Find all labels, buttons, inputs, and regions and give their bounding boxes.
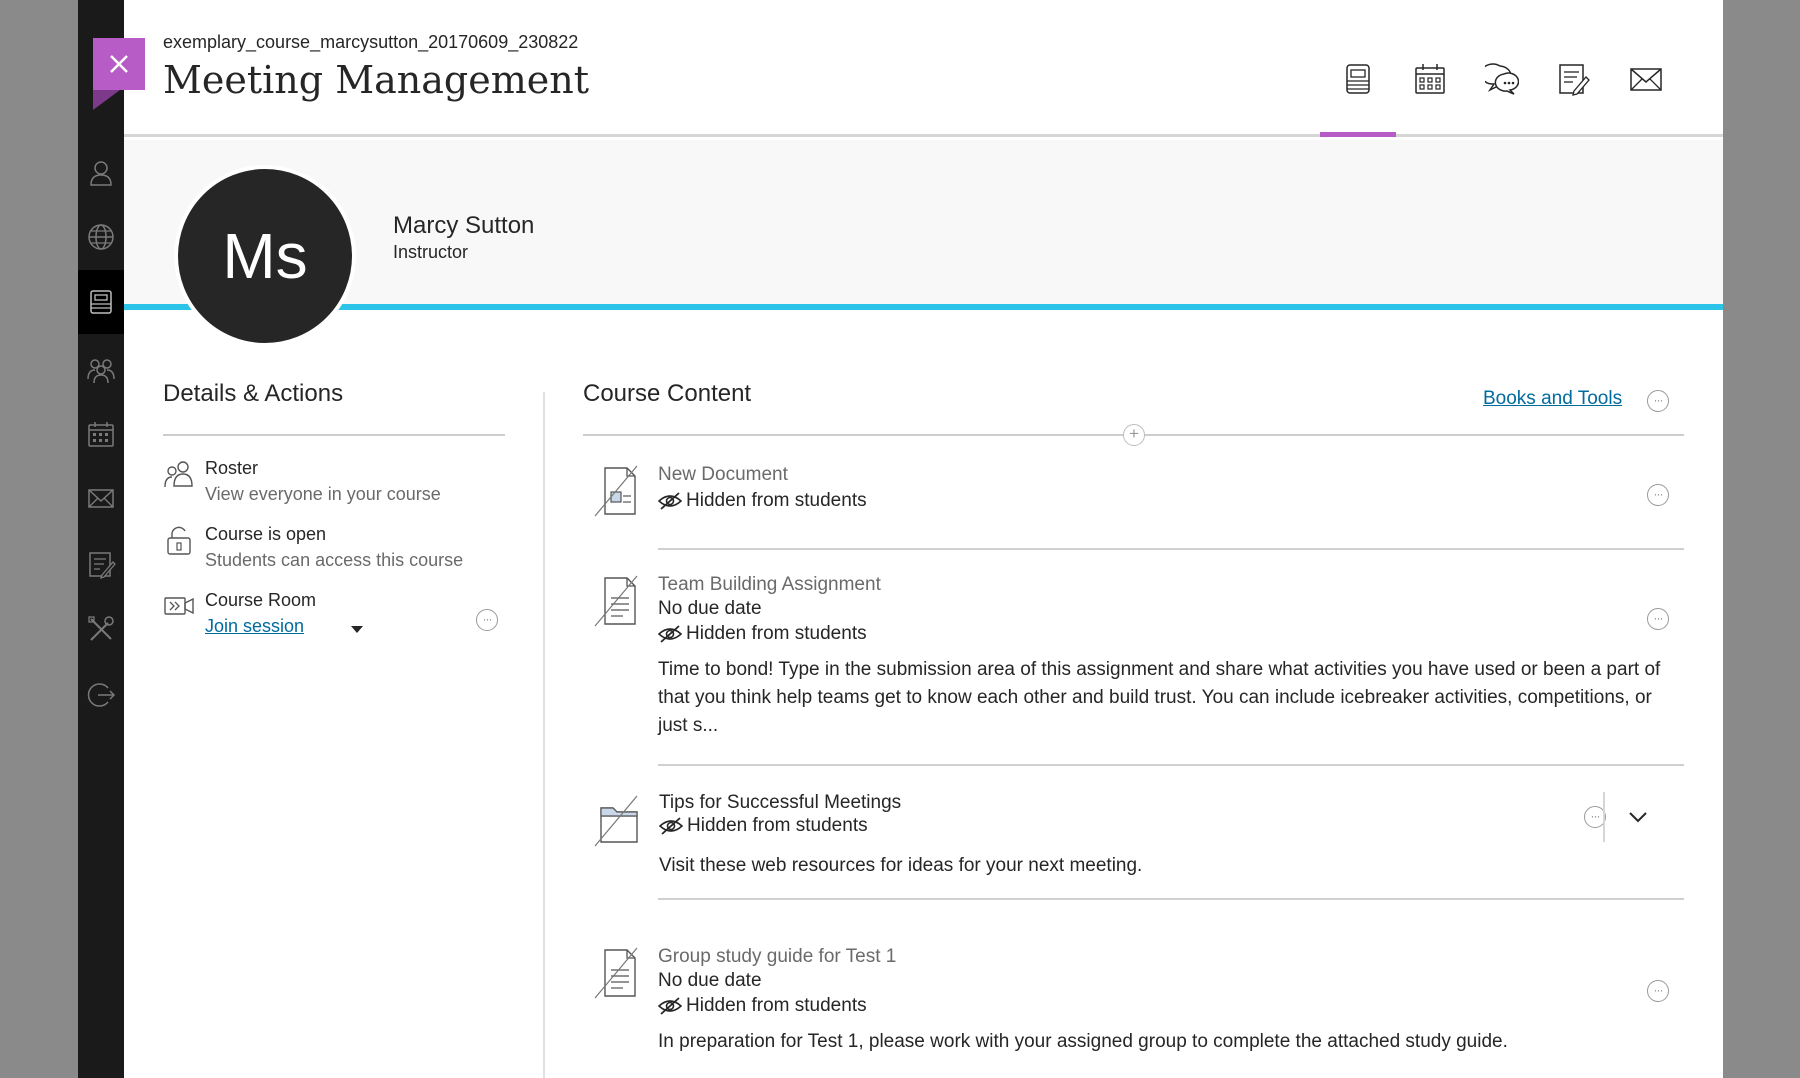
nav-sign-out[interactable] <box>78 663 124 727</box>
accent-line <box>124 304 1723 310</box>
item-divider <box>658 548 1684 550</box>
expand-folder-button[interactable] <box>1627 806 1649 828</box>
eye-hidden-icon <box>658 625 682 643</box>
base-navigation-rail <box>78 0 124 1078</box>
tab-calendar[interactable] <box>1394 62 1466 114</box>
column-divider <box>543 392 545 1078</box>
course-status-subtitle: Students can access this course <box>205 550 464 570</box>
chevron-down-icon[interactable] <box>351 626 363 633</box>
close-icon <box>110 55 128 73</box>
nav-calendar[interactable] <box>78 402 124 466</box>
nav-tools[interactable] <box>78 597 124 661</box>
course-room-more-button[interactable] <box>476 609 498 631</box>
due-date: No due date <box>658 598 762 619</box>
groups-icon <box>87 359 115 384</box>
document-hidden-icon <box>593 464 641 518</box>
unlock-icon <box>163 524 195 556</box>
course-tabs <box>1320 62 1682 137</box>
avatar[interactable]: Ms <box>174 165 356 347</box>
visibility-status[interactable]: Hidden from students <box>658 995 867 1017</box>
visibility-label: Hidden from students <box>687 815 868 836</box>
content-item-description: In preparation for Test 1, please work w… <box>658 1031 1508 1052</box>
visibility-status[interactable]: Hidden from students <box>658 490 867 512</box>
calendar-icon <box>1415 64 1445 94</box>
course-panel: exemplary_course_marcysutton_20170609_23… <box>124 0 1723 1078</box>
visibility-status[interactable]: Hidden from students <box>659 815 868 837</box>
course-id: exemplary_course_marcysutton_20170609_23… <box>163 32 579 52</box>
details-divider <box>163 434 505 436</box>
globe-icon <box>88 224 114 250</box>
folder-hidden-icon <box>593 794 641 848</box>
chevron-down-icon <box>1629 812 1647 823</box>
content-item-description: Time to bond! Type in the submission are… <box>658 659 1661 736</box>
roster-subtitle: View everyone in your course <box>205 484 441 504</box>
content-item-title[interactable]: Group study guide for Test 1 <box>658 946 896 968</box>
visibility-label: Hidden from students <box>686 995 867 1016</box>
tab-messages[interactable] <box>1610 62 1682 114</box>
nav-grades[interactable] <box>78 532 124 596</box>
course-content: Course Content Books and Tools + New Doc… <box>583 380 1684 1052</box>
instructor-name[interactable]: Marcy Sutton <box>393 212 534 240</box>
books-and-tools-link[interactable]: Books and Tools <box>1483 388 1622 410</box>
close-panel-button[interactable] <box>93 38 145 110</box>
courses-icon <box>90 290 112 314</box>
eye-hidden-icon <box>659 817 683 835</box>
item-divider <box>658 898 1684 900</box>
content-item-title[interactable]: Tips for Successful Meetings <box>659 792 901 814</box>
nav-courses[interactable] <box>78 270 124 334</box>
sign-out-icon <box>87 683 116 707</box>
join-session-link[interactable]: Join session <box>205 616 304 637</box>
tools-icon <box>88 616 114 641</box>
content-item-more-button[interactable] <box>1647 484 1669 506</box>
details-and-actions: Details & Actions Roster View everyone i… <box>163 380 505 636</box>
visibility-label: Hidden from students <box>686 490 867 511</box>
content-item-more-button[interactable] <box>1647 980 1669 1002</box>
tab-content[interactable] <box>1320 62 1396 137</box>
tab-discussions[interactable] <box>1466 62 1538 114</box>
course-room-title: Course Room <box>205 590 317 610</box>
tab-gradebook[interactable] <box>1538 62 1610 114</box>
content-item-more-button[interactable] <box>1647 608 1669 630</box>
details-title: Details & Actions <box>163 380 344 407</box>
assignment-hidden-icon <box>593 574 641 628</box>
eye-hidden-icon <box>658 492 682 510</box>
backdrop-right <box>1723 0 1800 1078</box>
messages-icon <box>1630 68 1662 91</box>
expand-divider <box>1603 792 1605 842</box>
nav-organizations[interactable] <box>78 338 124 402</box>
profile-icon <box>90 161 112 186</box>
grades-icon <box>89 552 116 579</box>
content-item-description: Visit these web resources for ideas for … <box>659 855 1143 876</box>
roster-icon <box>163 458 195 490</box>
calendar-icon <box>88 422 114 447</box>
document-hidden-icon <box>593 946 641 1000</box>
content-item-title[interactable]: Team Building Assignment <box>658 574 881 596</box>
backdrop-left <box>0 0 78 1078</box>
course-status-title: Course is open <box>205 524 327 544</box>
roster-title: Roster <box>205 458 259 478</box>
visibility-status[interactable]: Hidden from students <box>658 623 867 645</box>
nav-profile[interactable] <box>78 141 124 205</box>
gradebook-icon <box>1559 64 1590 96</box>
nav-institution[interactable] <box>78 205 124 269</box>
video-camera-icon <box>163 590 195 622</box>
due-date: No due date <box>658 970 762 991</box>
page-title: Meeting Management <box>163 58 589 102</box>
discussions-icon <box>1485 63 1519 95</box>
nav-messages[interactable] <box>78 466 124 530</box>
visibility-label: Hidden from students <box>686 623 867 644</box>
item-divider <box>658 764 1684 766</box>
course-header: exemplary_course_marcysutton_20170609_23… <box>124 0 1723 137</box>
eye-hidden-icon <box>658 997 682 1015</box>
instructor-band <box>124 140 1723 305</box>
course-content-more-button[interactable] <box>1647 390 1669 412</box>
content-icon <box>1346 64 1370 94</box>
add-content-button[interactable]: + <box>1123 424 1145 446</box>
instructor-role: Instructor <box>393 242 469 262</box>
content-item-title[interactable]: New Document <box>658 464 788 486</box>
messages-icon <box>88 489 114 508</box>
